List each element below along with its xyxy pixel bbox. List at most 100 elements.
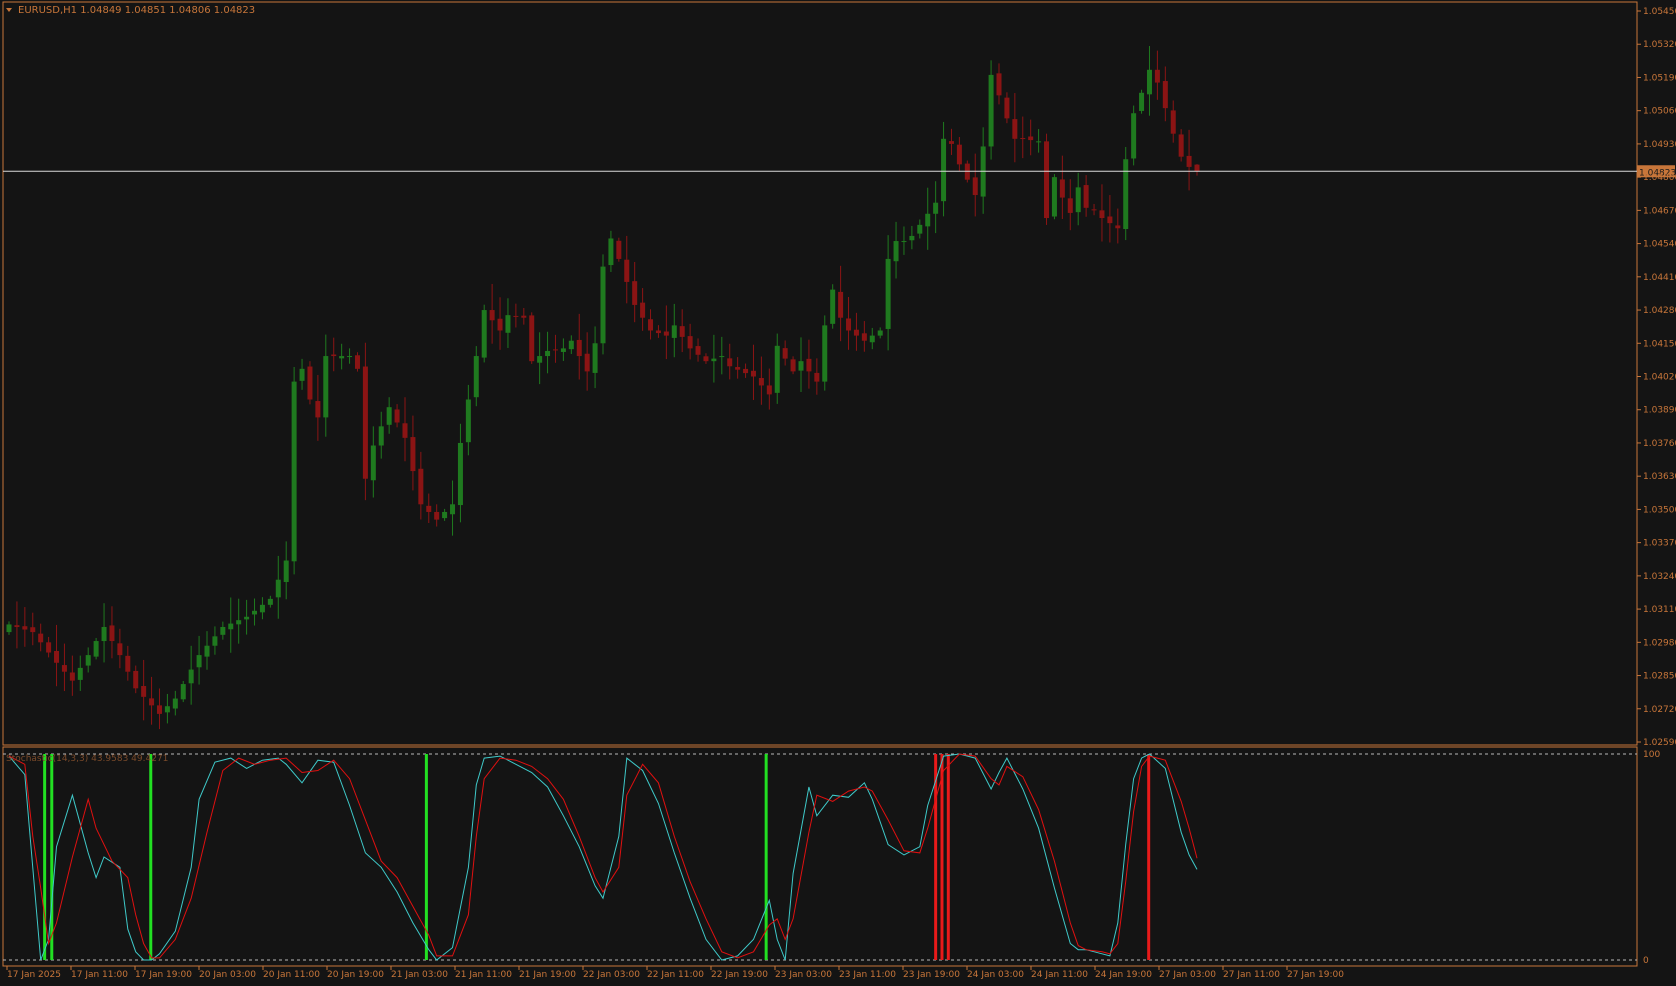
candle-body: [141, 686, 147, 697]
candle-body: [663, 331, 669, 336]
time-tick-label: 20 Jan 03:00: [199, 970, 256, 980]
candle-body: [608, 238, 614, 266]
time-tick-label: 27 Jan 03:00: [1159, 970, 1216, 980]
candle-body: [521, 315, 527, 318]
candle-body: [655, 330, 661, 334]
stoch-header-text: Stochastic(14,3,3) 43.9583 49.4271: [6, 754, 168, 764]
candle-body: [236, 620, 242, 625]
time-tick-label: 24 Jan 03:00: [967, 970, 1024, 980]
candle-body: [774, 345, 780, 393]
candle-body: [869, 335, 875, 343]
candle-body: [54, 651, 60, 663]
time-tick-label: 21 Jan 19:00: [519, 970, 576, 980]
candle-body: [798, 361, 804, 371]
candle-body: [648, 319, 654, 331]
chart-window[interactable]: 1.04823 1.054501.053201.051901.050601.04…: [0, 0, 1676, 982]
candle-body: [838, 291, 844, 318]
candle-body: [465, 399, 471, 443]
candle-body: [489, 310, 495, 321]
candle-body: [299, 368, 305, 381]
candle-body: [196, 655, 202, 668]
price-tick-label: 1.05320: [1643, 40, 1676, 50]
candle-body: [244, 616, 250, 620]
chart-canvas[interactable]: 1.04823 1.054501.053201.051901.050601.04…: [0, 0, 1676, 982]
candle-body: [1012, 119, 1018, 139]
price-tick-label: 1.02980: [1643, 638, 1676, 648]
candle-body: [164, 706, 170, 713]
candle-body: [1186, 155, 1192, 167]
candle-body: [61, 665, 67, 672]
candle-body: [323, 356, 329, 418]
candle-body: [1170, 110, 1176, 134]
candle-body: [14, 625, 20, 627]
candle-body: [1091, 209, 1097, 211]
price-tick-label: 1.04280: [1643, 306, 1676, 316]
stoch-tick-label: 100: [1643, 750, 1660, 760]
candle-body: [1036, 141, 1042, 143]
candle-body: [782, 348, 788, 359]
candle-body: [703, 356, 709, 362]
candle-body: [766, 385, 772, 395]
candle-body: [93, 641, 99, 657]
candle-body: [560, 348, 566, 352]
candle-body: [1044, 141, 1050, 219]
candle-body: [996, 73, 1002, 96]
candle-body: [719, 356, 725, 358]
candle-body: [77, 667, 83, 680]
candle-body: [727, 358, 733, 367]
time-tick-label: 22 Jan 11:00: [647, 970, 704, 980]
candle-body: [331, 354, 337, 357]
price-tick-label: 1.03240: [1643, 572, 1676, 582]
candle-body: [6, 624, 12, 633]
candle-body: [1154, 69, 1160, 83]
candle-body: [545, 350, 551, 357]
candle-body: [283, 560, 289, 582]
candle-body: [711, 358, 717, 362]
time-tick-label: 21 Jan 03:00: [391, 970, 448, 980]
candle-body: [117, 643, 123, 656]
price-tick-label: 1.03890: [1643, 406, 1676, 416]
candle-body: [671, 325, 677, 338]
candle-body: [893, 241, 899, 262]
candle-body: [1162, 81, 1168, 109]
candle-body: [600, 266, 606, 344]
candle-body: [228, 623, 234, 630]
candle-body: [307, 366, 313, 400]
time-tick-label: 21 Jan 11:00: [455, 970, 512, 980]
candle-body: [750, 370, 756, 377]
candle-body: [513, 315, 519, 317]
candle-body: [291, 381, 297, 562]
candle-body: [386, 407, 392, 425]
candle-body: [877, 330, 883, 336]
candle-body: [687, 336, 693, 349]
candle-body: [948, 141, 954, 144]
candle-body: [426, 505, 432, 512]
candle-body: [275, 579, 281, 598]
candle-body: [632, 281, 638, 305]
candle-body: [1067, 198, 1073, 213]
chart-background: [0, 0, 1676, 982]
time-tick-label: 27 Jan 11:00: [1223, 970, 1280, 980]
time-tick-label: 22 Jan 19:00: [711, 970, 768, 980]
candle-body: [315, 401, 321, 418]
price-tick-label: 1.03500: [1643, 505, 1676, 515]
candle-body: [1123, 159, 1129, 230]
candle-body: [552, 349, 558, 351]
price-tick-label: 1.03110: [1643, 605, 1676, 615]
price-tick-label: 1.02590: [1643, 738, 1676, 748]
time-tick-label: 23 Jan 03:00: [775, 970, 832, 980]
candle-body: [735, 367, 741, 370]
price-tick-label: 1.05450: [1643, 7, 1676, 17]
candle-body: [220, 626, 226, 635]
candle-body: [814, 372, 820, 382]
price-tick-label: 1.04150: [1643, 339, 1676, 349]
candle-body: [972, 177, 978, 196]
candle-body: [473, 356, 479, 398]
candle-body: [46, 642, 52, 653]
price-tick-label: 1.04020: [1643, 373, 1676, 383]
candle-body: [1139, 92, 1145, 111]
candle-body: [133, 670, 139, 689]
candle-body: [1107, 216, 1113, 224]
candle-body: [362, 366, 368, 479]
candle-body: [1115, 225, 1121, 229]
